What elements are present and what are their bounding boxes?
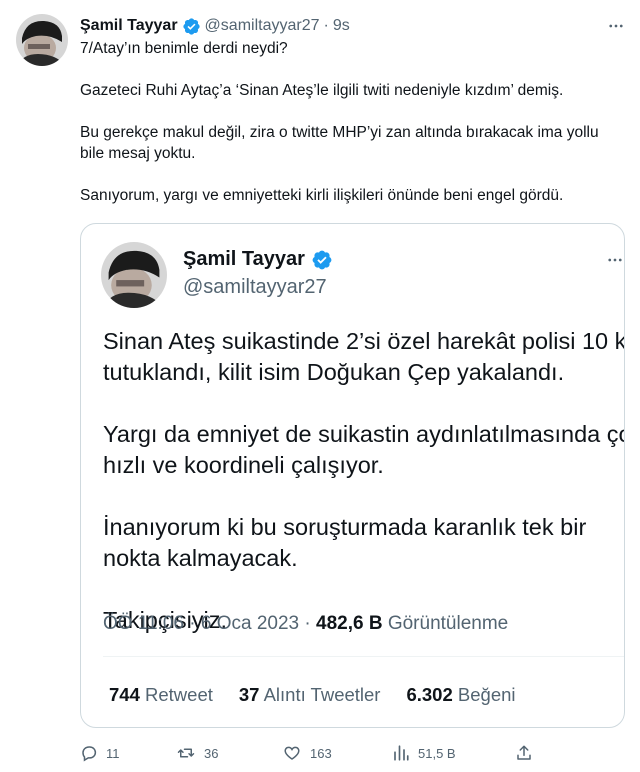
retweet-button[interactable]: 36	[176, 744, 218, 762]
reply-count: 11	[106, 745, 120, 761]
quoted-text: Sinan Ateş suikastinde 2’si özel harekât…	[103, 326, 624, 636]
like-count: 163	[310, 745, 332, 761]
quoted-paragraph: İnanıyorum ki bu soruşturmada karanlık t…	[103, 514, 587, 571]
reply-button[interactable]: 11	[80, 744, 120, 762]
likes-stat[interactable]: 6.302 Beğeni	[406, 684, 515, 706]
retweets-count: 744	[109, 684, 140, 705]
retweets-label: Retweet	[139, 684, 213, 705]
quoted-avatar[interactable]	[101, 242, 167, 308]
views-icon	[392, 744, 410, 762]
quoted-date[interactable]: 6 Oca 2023	[201, 613, 299, 634]
author-name[interactable]: Şamil Tayyar	[80, 17, 178, 35]
avatar[interactable]	[16, 14, 68, 66]
tweet-text: 7/Atay’ın benimle derdi neydi? Gazeteci …	[80, 38, 620, 206]
separator: ·	[299, 613, 317, 634]
author-handle[interactable]: @samiltayyar27	[205, 17, 320, 35]
tweet-paragraph: Gazeteci Ruhi Aytaç’a ‘Sinan Ateş’le ilg…	[80, 82, 564, 99]
quoted-tweet[interactable]: Şamil Tayyar @samiltayyar27 Sinan Ateş s…	[80, 223, 625, 728]
retweet-icon	[176, 744, 196, 762]
like-icon	[282, 744, 302, 762]
quotes-count: 37	[238, 684, 260, 705]
quoted-meta: ÖÖ 11:06 · 6 Oca 2023 · 482,6 B Görüntül…	[103, 613, 508, 635]
retweet-count: 36	[204, 745, 219, 761]
quoted-paragraph: Sinan Ateş suikastinde 2’si özel harekât…	[103, 328, 624, 385]
separator: ·	[183, 613, 201, 634]
quoted-author-name[interactable]: Şamil Tayyar	[183, 248, 305, 271]
tweet[interactable]: Şamil Tayyar @samiltayyar27 · 9s 7/Atay’…	[0, 0, 640, 772]
like-button[interactable]: 163	[282, 744, 332, 762]
quoted-time[interactable]: ÖÖ 11:06	[103, 613, 184, 634]
tweet-paragraph: 7/Atay’ın benimle derdi neydi?	[80, 40, 288, 57]
retweets-stat[interactable]: 744 Retweet	[109, 684, 213, 706]
quoted-views-count: 482,6 B	[316, 613, 383, 634]
tweet-time[interactable]: 9s	[333, 17, 350, 35]
share-button[interactable]	[515, 744, 533, 762]
more-icon[interactable]	[606, 16, 626, 36]
verified-badge-icon	[311, 249, 333, 271]
tweet-header: Şamil Tayyar @samiltayyar27 · 9s	[80, 15, 600, 37]
likes-label: Beğeni	[452, 684, 516, 705]
quoted-header: Şamil Tayyar	[183, 248, 333, 271]
divider	[103, 656, 624, 657]
separator: ·	[323, 17, 329, 34]
more-icon[interactable]	[606, 250, 624, 270]
quotes-label: Alıntı Tweetler	[259, 684, 381, 705]
likes-count: 6.302	[406, 684, 453, 705]
quoted-views-label: Görüntülenme	[382, 613, 509, 634]
tweet-paragraph: Sanıyorum, yargı ve emniyetteki kirli il…	[80, 187, 564, 204]
quoted-stats: 744 Retweet 37 Alıntı Tweetler 6.302 Beğ…	[109, 684, 516, 706]
verified-badge-icon	[182, 17, 201, 36]
reply-icon	[80, 744, 98, 762]
action-bar: 11 36 163 51,5 B	[80, 744, 620, 770]
quoted-author-handle[interactable]: @samiltayyar27	[183, 276, 327, 299]
views-button[interactable]: 51,5 B	[392, 744, 456, 762]
share-icon	[515, 744, 533, 762]
tweet-paragraph: Bu gerekçe makul değil, zira o twitte MH…	[80, 124, 599, 162]
quotes-stat[interactable]: 37 Alıntı Tweetler	[239, 684, 381, 706]
quoted-paragraph: Yargı da emniyet de suikastin aydınlatıl…	[103, 421, 624, 478]
views-count: 51,5 B	[418, 745, 456, 761]
